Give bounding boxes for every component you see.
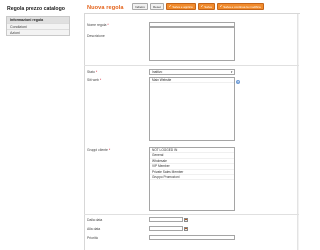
save-and-apply-button[interactable]: ✔ Salva e applica — [165, 3, 196, 10]
back-button[interactable]: Indietro — [132, 3, 149, 10]
rule-name-label: Nome regola * — [87, 23, 109, 27]
calendar-icon[interactable] — [184, 226, 188, 231]
description-label: Descrizione — [87, 34, 105, 38]
save-and-continue-button[interactable]: ✔ Salva e continua la modifica — [216, 3, 264, 10]
page-title: Regola prezzo catalogo — [7, 6, 65, 12]
to-date-input[interactable] — [149, 226, 183, 231]
save-icon: ✔ — [219, 4, 223, 8]
save-button[interactable]: ✔ Salva — [197, 3, 215, 10]
form-divider — [84, 214, 299, 215]
to-date-row — [149, 226, 188, 231]
form-divider — [84, 65, 299, 66]
reset-button[interactable]: Reset — [150, 3, 164, 10]
tab-azioni[interactable]: Azioni — [7, 29, 69, 35]
sidebar-tabs: Informazioni regola Condizioni Azioni — [6, 16, 70, 36]
sidebar: Regola prezzo catalogo Informazioni rego… — [6, 5, 70, 36]
websites-multiselect[interactable]: Main Website — [149, 77, 235, 141]
to-date-label: Alla data — [87, 227, 101, 231]
help-icon[interactable]: ? — [236, 80, 240, 84]
save-icon: ✔ — [200, 4, 204, 8]
section-title: Nuova regola — [87, 5, 124, 11]
priority-input[interactable] — [149, 235, 235, 240]
customer-groups-label: Gruppi cliente * — [87, 148, 111, 152]
priority-label: Priorità — [87, 236, 98, 240]
header-divider — [84, 13, 300, 14]
from-date-row — [149, 217, 188, 222]
chevron-down-icon: ▼ — [230, 70, 233, 74]
list-item[interactable]: Main Website — [150, 78, 234, 84]
status-label: Stato * — [87, 70, 98, 74]
save-icon: ✔ — [168, 4, 172, 8]
list-item[interactable]: Gruppo Promozioni — [150, 175, 234, 181]
from-date-input[interactable] — [149, 217, 183, 222]
toolbar: Indietro Reset ✔ Salva e applica ✔ Salva… — [132, 3, 264, 10]
description-textarea[interactable] — [149, 27, 235, 61]
calendar-icon[interactable] — [184, 217, 188, 222]
customer-groups-multiselect[interactable]: NOT LOGGED IN General Wholesale VIP Memb… — [149, 147, 235, 211]
status-select[interactable]: Inattivo ▼ — [149, 69, 235, 75]
from-date-label: Dalla data — [87, 218, 103, 222]
websites-label: Siti web * — [87, 78, 102, 82]
